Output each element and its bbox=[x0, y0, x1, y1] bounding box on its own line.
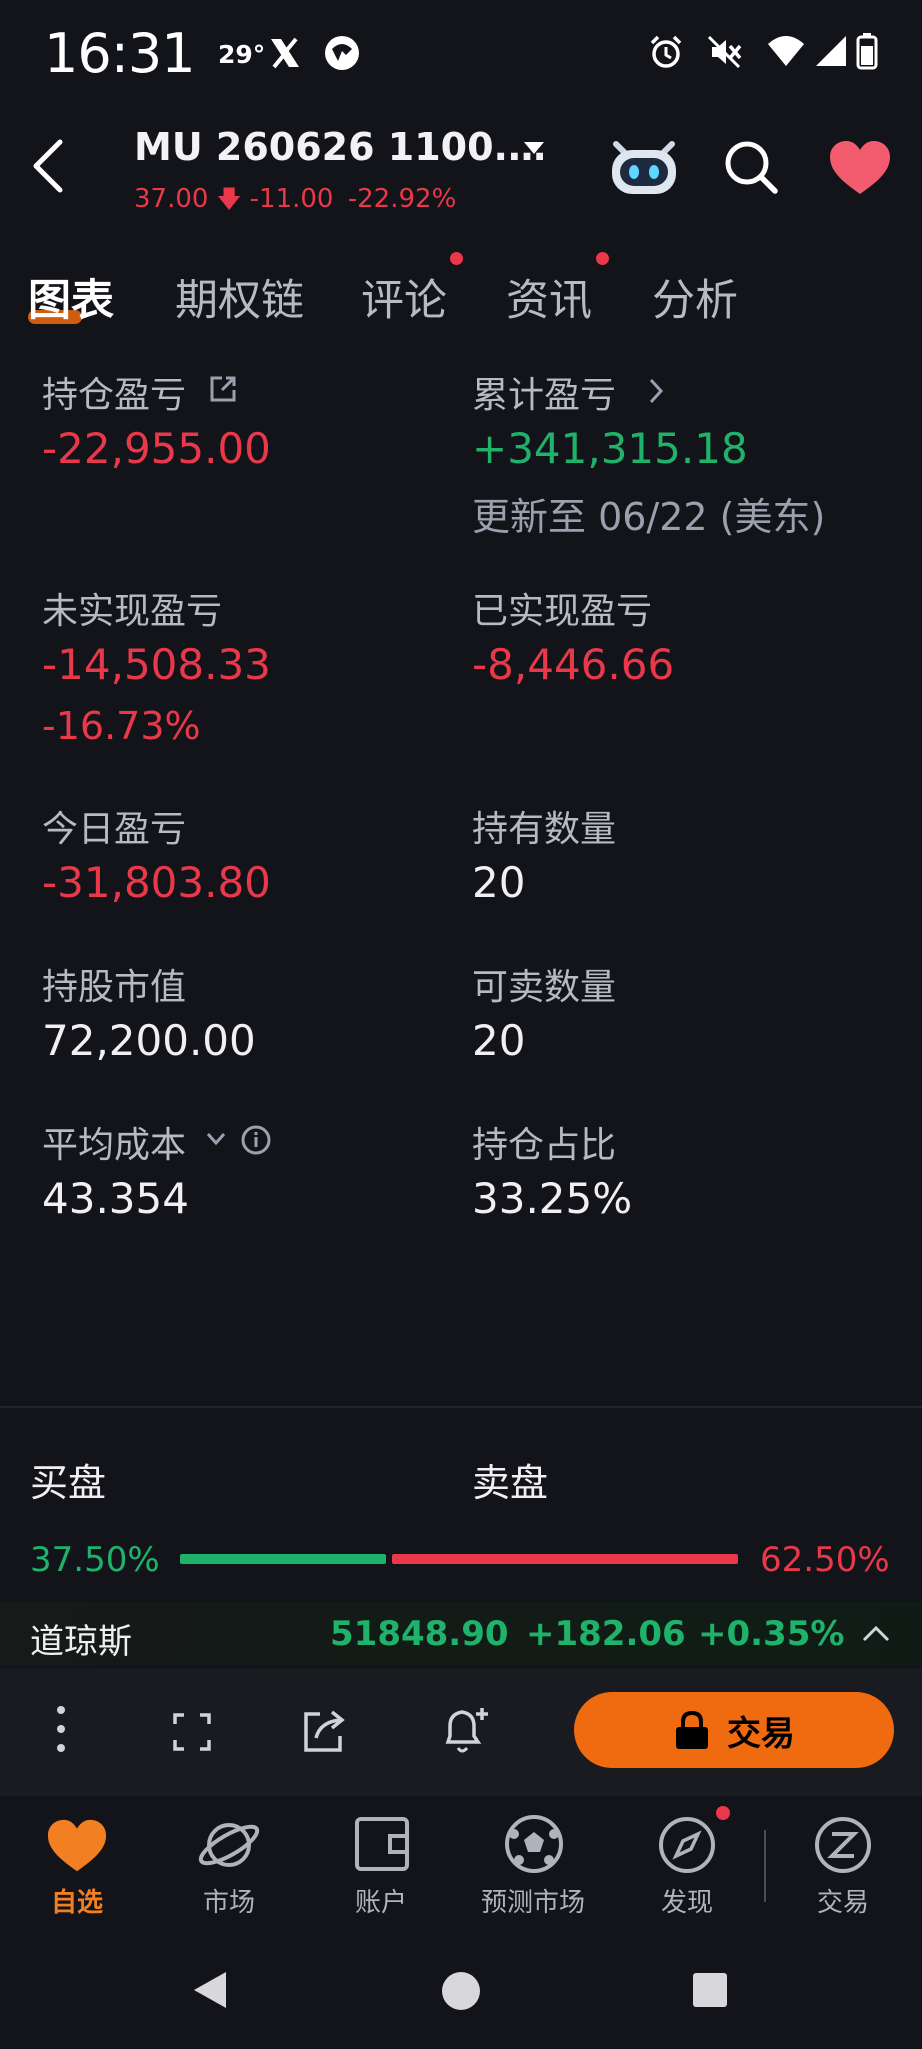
nav-prediction-market[interactable]: 预测市场 bbox=[458, 1882, 608, 1919]
unrealized-pl-pct: -16.73% bbox=[42, 704, 201, 748]
chevron-right-icon[interactable] bbox=[646, 376, 666, 406]
back-icon[interactable] bbox=[28, 136, 68, 196]
more-vertical-icon[interactable] bbox=[52, 1704, 70, 1754]
chevron-down-icon[interactable] bbox=[204, 1130, 228, 1148]
buy-side-label: 买盘 bbox=[30, 1461, 107, 1505]
position-ratio-label: 持仓占比 bbox=[472, 1125, 617, 1166]
nav-trade[interactable]: 交易 bbox=[768, 1882, 918, 1919]
updated-date: 更新至 06/22 (美东) bbox=[472, 495, 826, 539]
sellable-qty-value: 20 bbox=[472, 1016, 526, 1065]
today-pl-label: 今日盈亏 bbox=[42, 809, 187, 850]
market-value-label: 持股市值 bbox=[42, 967, 187, 1008]
compass-icon[interactable] bbox=[658, 1816, 716, 1874]
wifi-icon bbox=[768, 36, 804, 66]
hold-qty-value: 20 bbox=[472, 858, 526, 907]
x-logo-icon bbox=[271, 37, 299, 69]
mute-icon bbox=[707, 35, 742, 69]
discover-unread-dot bbox=[716, 1806, 730, 1820]
today-pl-value: -31,803.80 bbox=[42, 858, 271, 907]
battery-icon bbox=[856, 33, 878, 70]
search-icon[interactable] bbox=[722, 138, 780, 196]
nav-account[interactable]: 账户 bbox=[306, 1882, 456, 1919]
chevron-down-icon[interactable] bbox=[522, 140, 546, 156]
avg-cost-label[interactable]: 平均成本 bbox=[42, 1116, 186, 1168]
nav-watchlist[interactable]: 自选 bbox=[2, 1882, 152, 1919]
nav-discover[interactable]: 发现 bbox=[612, 1882, 762, 1919]
info-icon[interactable] bbox=[240, 1124, 272, 1156]
alarm-icon bbox=[650, 35, 682, 68]
system-home-icon[interactable] bbox=[440, 1970, 482, 2012]
buy-sell-ratio-bar bbox=[180, 1554, 738, 1564]
news-unread-dot bbox=[596, 252, 609, 265]
add-alert-bell-icon[interactable] bbox=[440, 1704, 490, 1756]
sell-side-pct: 62.50% bbox=[760, 1540, 890, 1580]
market-value-value: 72,200.00 bbox=[42, 1016, 256, 1065]
position-pl-value: -22,955.00 bbox=[42, 424, 271, 473]
robot-assistant-icon[interactable] bbox=[606, 136, 682, 196]
cumulative-pl-value: +341,315.18 bbox=[472, 424, 748, 473]
unrealized-pl-label: 未实现盈亏 bbox=[42, 591, 223, 632]
app-notification-icon bbox=[325, 36, 359, 70]
index-change-pct: +0.35% bbox=[698, 1614, 845, 1654]
cumulative-pl-label[interactable]: 累计盈亏 bbox=[472, 366, 616, 418]
sell-side-label: 卖盘 bbox=[472, 1461, 549, 1505]
status-temperature: 29° bbox=[218, 40, 266, 69]
lock-icon bbox=[676, 1710, 708, 1749]
avg-cost-value: 43.354 bbox=[42, 1174, 189, 1223]
planet-icon[interactable] bbox=[196, 1814, 262, 1876]
price-change: -11.00 bbox=[249, 184, 334, 214]
chevron-up-icon[interactable] bbox=[860, 1622, 892, 1644]
hold-qty-label: 持有数量 bbox=[472, 809, 617, 850]
fullscreen-icon[interactable] bbox=[172, 1712, 212, 1752]
price-change-pct: -22.92% bbox=[347, 184, 457, 214]
nav-separator bbox=[764, 1830, 766, 1902]
wallet-icon[interactable] bbox=[354, 1816, 410, 1872]
index-value: 51848.90 bbox=[330, 1614, 509, 1654]
system-recents-icon[interactable] bbox=[692, 1972, 728, 2008]
tab-comments[interactable]: 评论 bbox=[361, 266, 447, 328]
buy-ratio-fill bbox=[180, 1554, 386, 1564]
trade-button-label: 交易 bbox=[727, 1713, 795, 1754]
price-subline: 37.00 🡇 -11.00 -22.92% bbox=[134, 182, 456, 223]
system-back-icon[interactable] bbox=[190, 1968, 230, 2012]
heart-icon[interactable] bbox=[46, 1818, 108, 1874]
signal-icon bbox=[816, 36, 846, 66]
share-external-icon[interactable] bbox=[208, 374, 238, 404]
sellable-qty-label: 可卖数量 bbox=[472, 967, 617, 1008]
sell-ratio-fill bbox=[392, 1554, 738, 1564]
tab-news[interactable]: 资讯 bbox=[506, 266, 592, 328]
comments-unread-dot bbox=[450, 252, 463, 265]
share-icon[interactable] bbox=[300, 1708, 348, 1754]
index-name: 道琼斯 bbox=[30, 1622, 132, 1662]
favorite-heart-icon[interactable] bbox=[828, 140, 892, 196]
index-change: +182.06 bbox=[526, 1614, 686, 1654]
trade-button[interactable]: 交易 bbox=[574, 1692, 894, 1768]
page-title[interactable]: MU 260626 1100.… bbox=[134, 125, 546, 169]
realized-pl-value: -8,446.66 bbox=[472, 640, 675, 689]
unrealized-pl-value: -14,508.33 bbox=[42, 640, 271, 689]
tab-analysis[interactable]: 分析 bbox=[652, 266, 738, 328]
current-price: 37.00 bbox=[134, 184, 209, 214]
soccer-ball-icon[interactable] bbox=[504, 1814, 564, 1874]
buy-side-pct: 37.50% bbox=[30, 1540, 160, 1580]
section-divider bbox=[0, 1406, 922, 1408]
tab-chart[interactable]: 图表 bbox=[28, 266, 114, 328]
nav-market[interactable]: 市场 bbox=[154, 1882, 304, 1919]
tab-option-chain[interactable]: 期权链 bbox=[175, 266, 304, 328]
position-ratio-value: 33.25% bbox=[472, 1174, 633, 1223]
position-pl-label: 持仓盈亏 bbox=[42, 375, 187, 416]
status-time: 16:31 bbox=[44, 22, 196, 85]
realized-pl-label: 已实现盈亏 bbox=[472, 591, 653, 632]
arrow-down-icon: 🡇 bbox=[216, 185, 242, 213]
trade-icon[interactable] bbox=[814, 1816, 872, 1874]
